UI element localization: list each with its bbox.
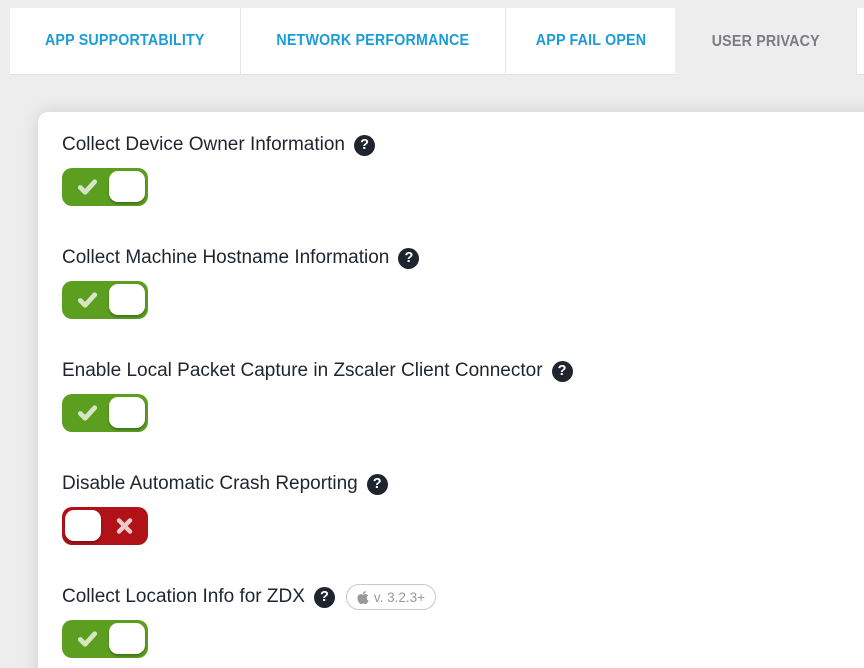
toggle-knob: [109, 284, 145, 315]
setting-row: Collect Machine Hostname Information ?: [62, 246, 860, 319]
tab-next-partial[interactable]: [856, 8, 864, 75]
setting-toggle[interactable]: [62, 168, 148, 206]
setting-label-line: Enable Local Packet Capture in Zscaler C…: [62, 359, 860, 383]
setting-toggle[interactable]: [62, 620, 148, 658]
help-icon[interactable]: ?: [354, 135, 375, 156]
setting-toggle[interactable]: [62, 394, 148, 432]
setting-label-line: Collect Device Owner Information ?: [62, 133, 860, 157]
setting-row: Collect Device Owner Information ?: [62, 133, 860, 206]
toggle-knob: [109, 623, 145, 654]
setting-row: Collect Location Info for ZDX ? v. 3.2.3…: [62, 585, 860, 658]
setting-row: Disable Automatic Crash Reporting ?: [62, 472, 860, 545]
apple-icon: [357, 590, 369, 605]
version-badge-text: v. 3.2.3+: [374, 590, 425, 605]
setting-label: Collect Machine Hostname Information: [62, 247, 389, 269]
toggle-knob: [109, 171, 145, 202]
help-icon[interactable]: ?: [398, 248, 419, 269]
version-badge: v. 3.2.3+: [346, 584, 436, 610]
setting-row: Enable Local Packet Capture in Zscaler C…: [62, 359, 860, 432]
check-icon: [76, 628, 99, 651]
toggle-knob: [109, 397, 145, 428]
setting-label: Enable Local Packet Capture in Zscaler C…: [62, 360, 543, 382]
setting-label: Disable Automatic Crash Reporting: [62, 473, 358, 495]
tab-network-performance[interactable]: NETWORK PERFORMANCE: [240, 8, 506, 75]
settings-tabbar: APP SUPPORTABILITY NETWORK PERFORMANCE A…: [0, 0, 864, 75]
setting-label-line: Collect Location Info for ZDX ? v. 3.2.3…: [62, 585, 860, 609]
setting-toggle[interactable]: [62, 507, 148, 545]
check-icon: [76, 176, 99, 199]
setting-label: Collect Device Owner Information: [62, 134, 345, 156]
tab-label: USER PRIVACY: [712, 33, 820, 51]
setting-label: Collect Location Info for ZDX: [62, 586, 305, 608]
cross-icon: [115, 517, 134, 536]
tab-app-supportability[interactable]: APP SUPPORTABILITY: [10, 8, 240, 75]
setting-label-line: Collect Machine Hostname Information ?: [62, 246, 860, 270]
toggle-knob: [65, 510, 101, 541]
settings-card: Collect Device Owner Information ? Colle…: [38, 112, 864, 668]
setting-label-line: Disable Automatic Crash Reporting ?: [62, 472, 860, 496]
tab-label: NETWORK PERFORMANCE: [277, 32, 470, 50]
setting-toggle[interactable]: [62, 281, 148, 319]
help-icon[interactable]: ?: [552, 361, 573, 382]
check-icon: [76, 289, 99, 312]
help-icon[interactable]: ?: [367, 474, 388, 495]
tab-label: APP SUPPORTABILITY: [45, 32, 205, 50]
user-privacy-panel: Collect Device Owner Information ? Colle…: [0, 75, 864, 668]
tab-label: APP FAIL OPEN: [536, 32, 646, 50]
help-icon[interactable]: ?: [314, 587, 335, 608]
tab-user-privacy[interactable]: USER PRIVACY: [675, 8, 856, 75]
check-icon: [76, 402, 99, 425]
tab-app-fail-open[interactable]: APP FAIL OPEN: [505, 8, 675, 75]
